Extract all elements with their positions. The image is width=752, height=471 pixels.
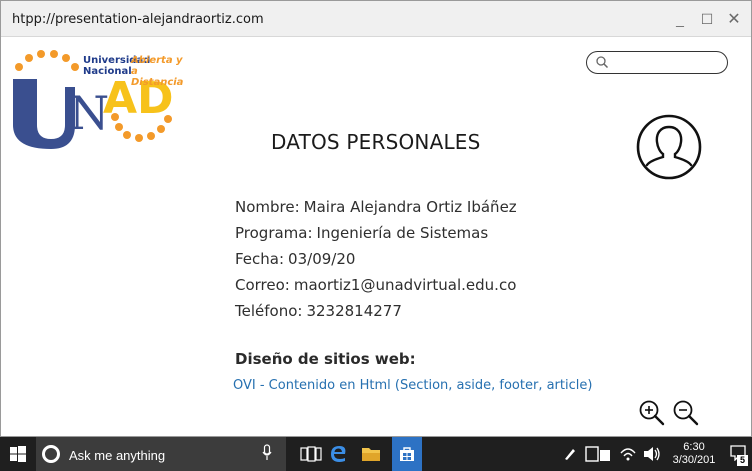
telefono-label: Teléfono: bbox=[235, 302, 303, 320]
section-title: Diseño de sitios web: bbox=[235, 350, 416, 368]
wifi-icon[interactable] bbox=[619, 445, 637, 461]
search-icon bbox=[596, 56, 609, 69]
file-explorer-icon[interactable] bbox=[356, 439, 386, 469]
telefono-value: 3232814277 bbox=[306, 302, 402, 320]
fecha-value: 03/09/20 bbox=[288, 250, 356, 268]
search-box[interactable] bbox=[586, 51, 728, 74]
cortana-icon bbox=[42, 445, 60, 463]
taskbar: Ask me anything 6:30 3/30/201 5 bbox=[0, 437, 752, 471]
personal-info: Nombre: Maira Alejandra Ortiz Ibáñez Prog… bbox=[235, 197, 517, 327]
zoom-out-icon[interactable] bbox=[672, 399, 700, 427]
nombre-label: Nombre: bbox=[235, 198, 300, 216]
correo-label: Correo: bbox=[235, 276, 290, 294]
zoom-in-icon[interactable] bbox=[638, 399, 666, 427]
info-nombre: Nombre: Maira Alejandra Ortiz Ibáñez bbox=[235, 197, 517, 223]
programa-value: Ingeniería de Sistemas bbox=[316, 224, 489, 242]
windows-logo-icon bbox=[10, 446, 26, 462]
close-button[interactable]: ✕ bbox=[723, 9, 745, 29]
microphone-icon[interactable] bbox=[262, 444, 272, 462]
clock-date: 3/30/201 bbox=[672, 454, 716, 466]
page-title: DATOS PERSONALES bbox=[271, 130, 481, 154]
clock-time: 6:30 bbox=[683, 441, 705, 453]
address-url[interactable]: htpp://presentation-alejandraortiz.com bbox=[12, 12, 264, 27]
info-correo: Correo: maortiz1@unadvirtual.edu.co bbox=[235, 275, 517, 301]
info-fecha: Fecha: 03/09/20 bbox=[235, 249, 517, 275]
programa-label: Programa: bbox=[235, 224, 313, 242]
taskbar-clock[interactable]: 6:30 3/30/201 bbox=[666, 441, 722, 467]
maximize-button[interactable]: ☐ bbox=[696, 9, 718, 29]
user-avatar-icon[interactable] bbox=[636, 114, 702, 180]
start-button[interactable] bbox=[0, 437, 36, 471]
search-input[interactable] bbox=[611, 54, 721, 71]
correo-value: maortiz1@unadvirtual.edu.co bbox=[293, 276, 517, 294]
taskbar-search[interactable]: Ask me anything bbox=[36, 437, 286, 471]
volume-icon[interactable] bbox=[642, 445, 662, 463]
unad-logo: N AD Universidad Nacional Abierta y a Di… bbox=[11, 47, 191, 153]
title-bar: htpp://presentation-alejandraortiz.com _… bbox=[1, 1, 751, 37]
task-view-icon[interactable] bbox=[296, 439, 326, 469]
pen-icon[interactable] bbox=[563, 445, 577, 461]
ovi-content-link[interactable]: OVI - Contenido en Html (Section, aside,… bbox=[233, 378, 592, 393]
taskbar-search-text: Ask me anything bbox=[69, 448, 166, 463]
store-icon[interactable] bbox=[392, 437, 422, 471]
notification-count-badge: 5 bbox=[737, 455, 748, 466]
logo-line1-right: Abierta y bbox=[131, 55, 183, 66]
nombre-value: Maira Alejandra Ortiz Ibáñez bbox=[303, 198, 517, 216]
logo-line2-right: a Distancia bbox=[131, 66, 184, 88]
info-telefono: Teléfono: 3232814277 bbox=[235, 301, 517, 327]
fecha-label: Fecha: bbox=[235, 250, 285, 268]
logo-abierta-text: Abierta y a Distancia bbox=[131, 55, 191, 88]
minimize-button[interactable]: _ bbox=[669, 9, 691, 29]
tablet-mode-icon[interactable] bbox=[585, 445, 613, 463]
info-programa: Programa: Ingeniería de Sistemas bbox=[235, 223, 517, 249]
browser-window: htpp://presentation-alejandraortiz.com _… bbox=[0, 0, 752, 437]
edge-browser-icon[interactable] bbox=[324, 439, 354, 469]
